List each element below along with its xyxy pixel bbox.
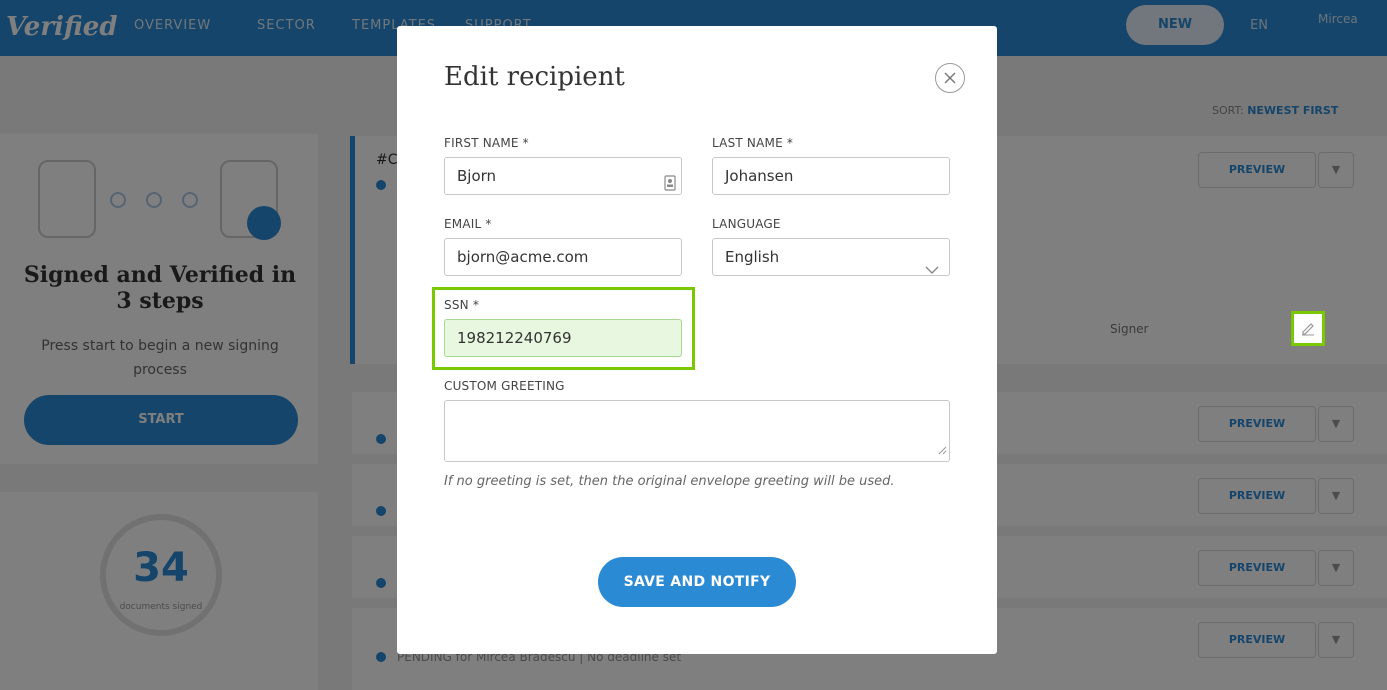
edit-recipient-button[interactable]	[1291, 311, 1325, 346]
ssn-label: SSN *	[444, 298, 480, 312]
ssn-field[interactable]: 198212240769	[444, 319, 682, 357]
chevron-down-icon	[925, 252, 939, 288]
email-value: bjorn@acme.com	[457, 248, 589, 266]
edit-recipient-modal: Edit recipient FIRST NAME * Bjorn LAST N…	[397, 26, 997, 654]
email-field[interactable]: bjorn@acme.com	[444, 238, 682, 276]
custom-greeting-label: CUSTOM GREETING	[444, 379, 565, 393]
first-name-value: Bjorn	[457, 167, 497, 185]
modal-title: Edit recipient	[444, 62, 625, 92]
first-name-field[interactable]: Bjorn	[444, 157, 682, 195]
resize-handle-icon[interactable]	[937, 440, 947, 459]
ssn-value: 198212240769	[457, 329, 572, 347]
greeting-hint: If no greeting is set, then the original…	[444, 474, 895, 489]
language-label: LANGUAGE	[712, 217, 781, 231]
last-name-label: LAST NAME *	[712, 136, 794, 150]
last-name-field[interactable]: Johansen	[712, 157, 950, 195]
save-and-notify-button[interactable]: SAVE AND NOTIFY	[598, 557, 796, 607]
first-name-label: FIRST NAME *	[444, 136, 529, 150]
close-button[interactable]	[935, 63, 965, 93]
email-label: EMAIL *	[444, 217, 492, 231]
custom-greeting-textarea[interactable]	[444, 400, 950, 462]
last-name-value: Johansen	[725, 167, 794, 185]
language-value: English	[725, 248, 780, 266]
contact-card-icon[interactable]	[664, 168, 676, 191]
language-select[interactable]: English	[712, 238, 950, 276]
